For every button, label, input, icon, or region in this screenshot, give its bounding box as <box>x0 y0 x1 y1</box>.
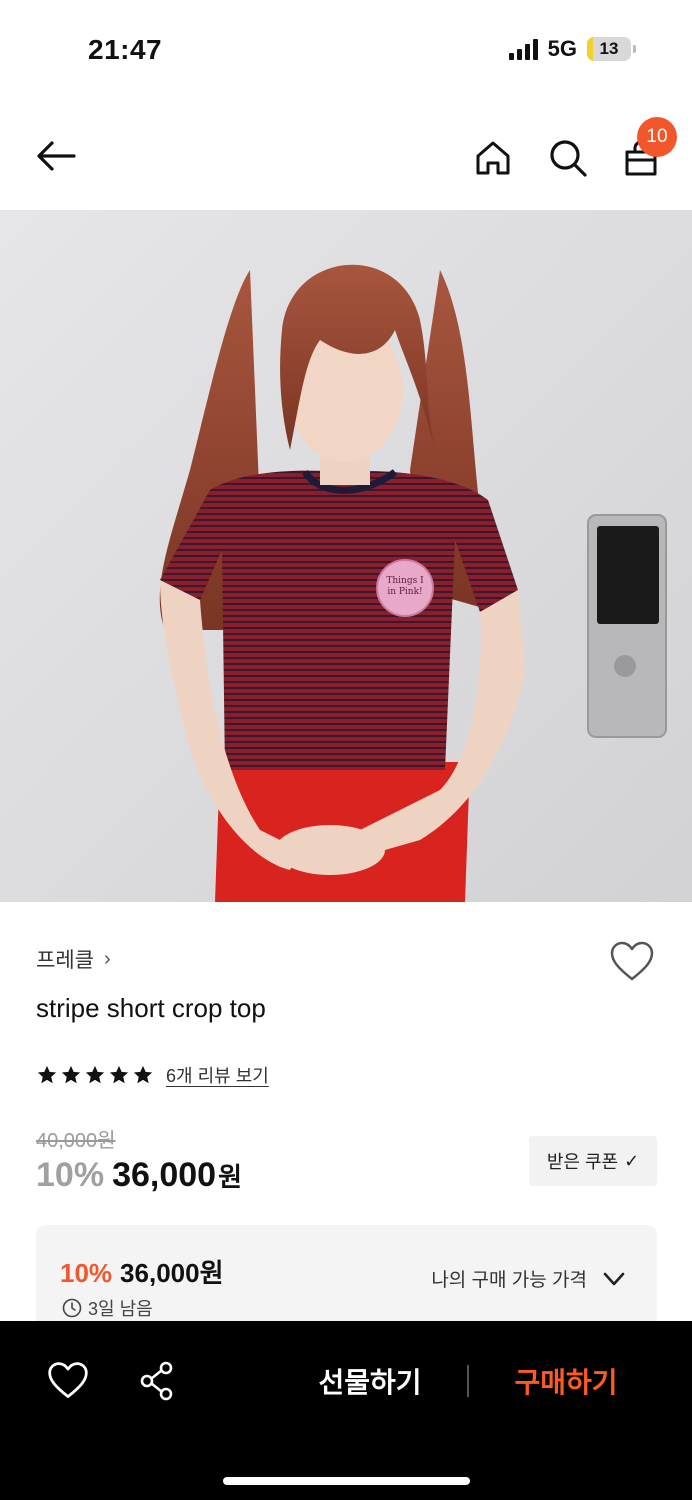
price-unit: 원 <box>218 1162 242 1192</box>
my-price: 36,000원 <box>120 1258 224 1288</box>
search-button[interactable] <box>540 130 596 186</box>
divider <box>467 1365 469 1397</box>
bottom-wishlist-button[interactable] <box>46 1359 90 1403</box>
star-icon <box>85 1065 105 1084</box>
share-icon <box>140 1361 173 1401</box>
my-price-box[interactable]: 10% 36,000원 3일 남음 나의 구매 가능 가격 <box>36 1225 657 1335</box>
search-icon <box>550 140 587 177</box>
star-icon <box>61 1065 81 1084</box>
star-icon <box>37 1065 57 1084</box>
review-link[interactable]: 6개 리뷰 보기 <box>166 1062 269 1088</box>
heart-icon <box>610 941 654 981</box>
battery-level: 13 <box>599 39 619 58</box>
time-remaining: 3일 남음 <box>62 1295 153 1321</box>
top-nav <box>0 110 692 206</box>
status-indicators: 5G 13 <box>508 36 636 62</box>
sale-price: 36,000 <box>112 1156 217 1194</box>
original-price: 40,000원 <box>36 1130 116 1152</box>
wishlist-button[interactable] <box>608 938 656 986</box>
received-coupon-button[interactable]: 받은 쿠폰 ✓ <box>529 1136 657 1186</box>
product-photo[interactable]: Things I in Pink! <box>0 210 692 902</box>
heart-icon <box>48 1362 88 1398</box>
gift-button[interactable]: 선물하기 <box>300 1357 440 1405</box>
clock-icon <box>62 1298 82 1318</box>
back-button[interactable] <box>28 128 84 184</box>
brand-name: 프레클 <box>36 949 94 972</box>
discount-rate: 10% <box>36 1156 105 1194</box>
svg-text:in Pink!: in Pink! <box>387 587 422 597</box>
status-bar: 21:47 5G 13 <box>0 0 692 100</box>
price-row: 10% 36,000 원 <box>36 1156 242 1195</box>
product-photo-illustration: Things I in Pink! <box>0 210 692 902</box>
cart-count-badge: 10 <box>637 117 677 157</box>
home-button[interactable] <box>465 130 521 186</box>
my-price-toggle-label: 나의 구매 가능 가격 <box>431 1270 587 1291</box>
rating-stars <box>36 1064 154 1086</box>
svg-text:Things I: Things I <box>386 576 424 586</box>
rating-row: 6개 리뷰 보기 <box>36 1062 269 1088</box>
status-time: 21:47 <box>88 34 163 65</box>
chevron-right-icon: › <box>103 947 111 970</box>
arrow-left-icon <box>37 141 76 171</box>
brand-link[interactable]: 프레클 › <box>36 944 111 974</box>
battery-fill <box>587 37 593 61</box>
star-icon <box>109 1065 129 1084</box>
buy-button[interactable]: 구매하기 <box>496 1357 636 1405</box>
home-indicator[interactable] <box>223 1477 470 1485</box>
signal-icon <box>508 38 538 60</box>
coupon-label: 받은 쿠폰 <box>546 1152 619 1172</box>
home-icon <box>476 141 510 175</box>
check-icon: ✓ <box>624 1150 640 1171</box>
star-icon <box>133 1065 153 1084</box>
product-title: stripe short crop top <box>36 993 266 1023</box>
bottom-action-bar: 선물하기 구매하기 <box>0 1321 692 1500</box>
my-discount-rate: 10% <box>60 1258 113 1288</box>
my-price-toggle[interactable]: 나의 구매 가능 가격 <box>431 1265 627 1292</box>
chevron-down-icon <box>603 1272 625 1285</box>
battery-icon: 13 <box>587 37 636 61</box>
share-button[interactable] <box>136 1359 180 1403</box>
my-price-row: 10% 36,000원 <box>60 1253 224 1290</box>
network-type: 5G <box>547 36 577 61</box>
remaining-text: 3일 남음 <box>88 1299 153 1319</box>
